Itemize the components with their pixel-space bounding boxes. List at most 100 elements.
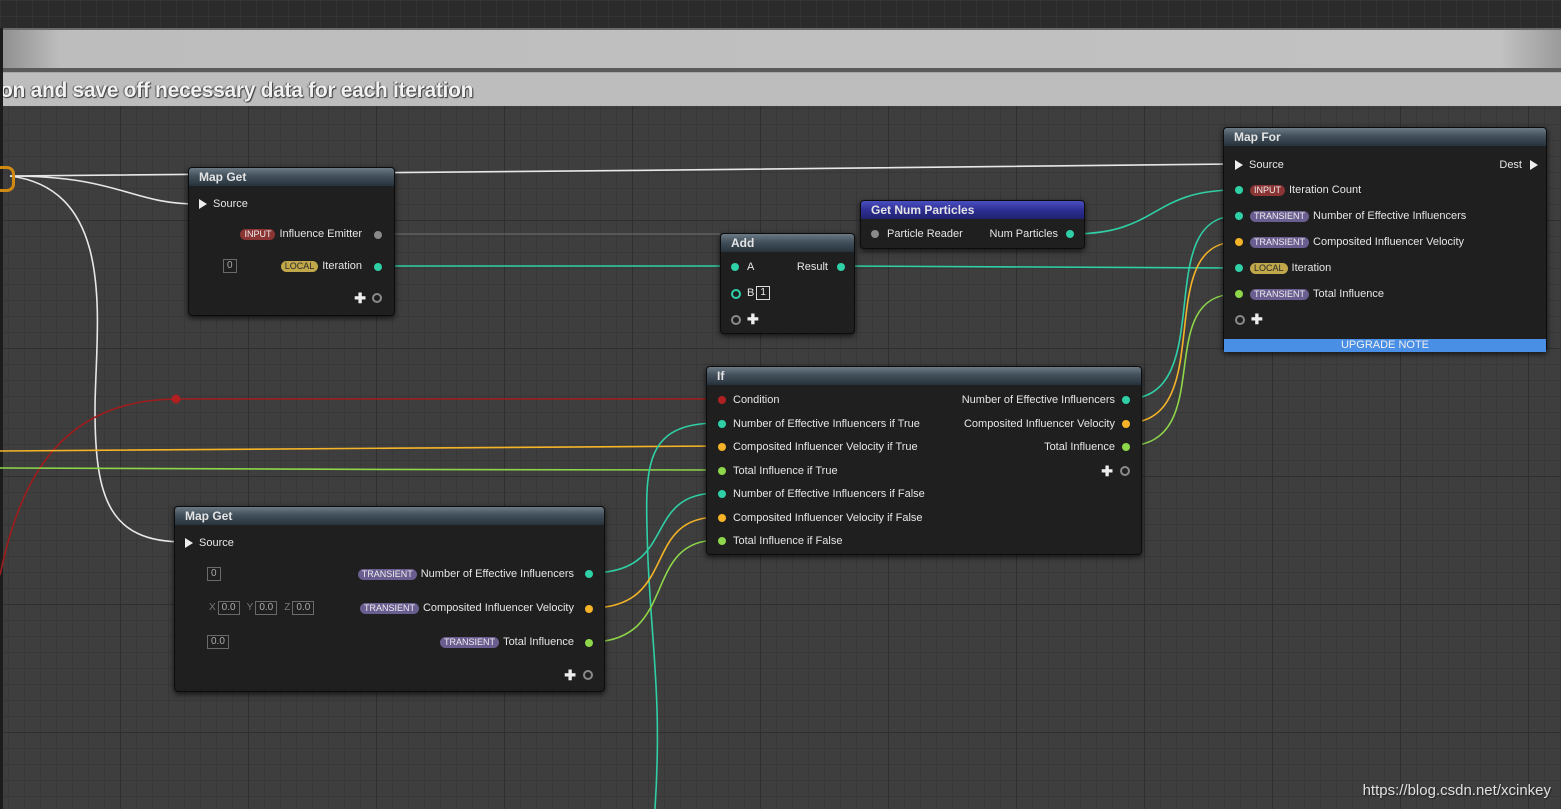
- wire-num-false: [589, 492, 719, 574]
- total-false-label: Total Influence if False: [733, 535, 843, 547]
- velocity-true-label: Composited Influencer Velocity if True: [733, 441, 918, 453]
- a-label: A: [747, 261, 755, 273]
- total-influence-label: Total Influence: [503, 636, 574, 648]
- iteration-pin[interactable]: [1235, 264, 1243, 272]
- velocity-false-label: Composited Influencer Velocity if False: [733, 512, 923, 524]
- iteration-label: Iteration: [1291, 262, 1332, 274]
- map-for-node[interactable]: Map For Source Dest INPUT Iteration Count…: [1223, 127, 1547, 352]
- iteration-default[interactable]: 0: [221, 258, 237, 274]
- num-false-label: Number of Effective Influencers if False: [733, 488, 925, 500]
- node-title: Map Get: [175, 507, 604, 525]
- exec-wire-mapget-bottom: [9, 175, 185, 543]
- source-output-pin[interactable]: [0, 166, 15, 192]
- local-badge: LOCAL: [280, 260, 319, 272]
- wire-velocity-true: [0, 445, 719, 452]
- num-default-box[interactable]: 0: [207, 567, 221, 582]
- composited-velocity-row: TRANSIENT Composited Influencer Velocity: [359, 600, 574, 616]
- iteration-pin[interactable]: [374, 263, 382, 271]
- wire-num-particles: [1071, 189, 1237, 235]
- add-pin-icon[interactable]: ✚: [564, 668, 576, 682]
- add-input-pin[interactable]: [731, 315, 741, 325]
- add-pin-icon[interactable]: ✚: [354, 291, 366, 305]
- map-get-node-bottom[interactable]: Map Get Source 0 TRANSIENT Number of Effe…: [174, 506, 605, 692]
- num-effective-label: Number of Effective Influencers: [1313, 210, 1467, 222]
- num-default: 0: [205, 566, 221, 582]
- total-influence-pin[interactable]: [1235, 290, 1243, 298]
- node-title: Add: [721, 234, 854, 252]
- exec-input-pin[interactable]: [199, 199, 207, 209]
- transient-badge: TRANSIENT: [1250, 288, 1310, 300]
- dest-label: Dest: [1499, 159, 1522, 171]
- num-effective-pin[interactable]: [1235, 212, 1243, 220]
- iteration-default-box[interactable]: 0: [223, 259, 237, 274]
- iteration-count-pin[interactable]: [1235, 186, 1243, 194]
- x-value-box[interactable]: 0.0: [217, 601, 240, 616]
- composited-velocity-label: Composited Influencer Velocity: [1313, 236, 1465, 248]
- out-velocity-label: Composited Influencer Velocity: [963, 418, 1115, 430]
- composited-velocity-pin[interactable]: [585, 605, 593, 613]
- num-particles-pin[interactable]: [1066, 230, 1074, 238]
- add-node[interactable]: Add A Result B1 ✚: [720, 233, 855, 334]
- exec-input-pin[interactable]: [185, 538, 193, 548]
- b-label: B: [747, 287, 755, 299]
- node-title: Get Num Particles: [861, 201, 1084, 219]
- exec-output-pin[interactable]: [1530, 160, 1538, 170]
- a-pin[interactable]: [731, 263, 739, 271]
- total-default-box[interactable]: 0.0: [207, 635, 229, 650]
- wire-total-false: [589, 539, 719, 643]
- map-get-node-top[interactable]: Map Get Source INPUT Influence Emitter 0 …: [188, 167, 395, 316]
- condition-pin[interactable]: [718, 396, 726, 404]
- if-node[interactable]: If Condition Number of Effective Influen…: [706, 366, 1142, 555]
- source-label: Source: [213, 198, 248, 210]
- wire-total-true: [0, 467, 719, 471]
- exec-input-pin[interactable]: [1235, 160, 1243, 170]
- add-output-pin[interactable]: [1120, 466, 1130, 476]
- add-output-pin[interactable]: [583, 670, 593, 680]
- b-default-box[interactable]: 1: [756, 286, 770, 301]
- y-axis-label: Y: [246, 602, 254, 614]
- b-pin[interactable]: [731, 289, 741, 299]
- watermark: https://blog.csdn.net/xcinkey: [1362, 782, 1551, 799]
- upgrade-note-button[interactable]: UPGRADE NOTE: [1224, 339, 1546, 352]
- get-num-particles-node[interactable]: Get Num Particles Particle Reader Num Pa…: [860, 200, 1085, 249]
- out-velocity-pin[interactable]: [1122, 420, 1130, 428]
- velocity-false-pin[interactable]: [718, 514, 726, 522]
- total-influence-pin[interactable]: [585, 639, 593, 647]
- add-pin-output[interactable]: [372, 293, 382, 303]
- result-pin[interactable]: [837, 263, 845, 271]
- transient-badge: TRANSIENT: [1250, 236, 1310, 248]
- node-title: If: [707, 367, 1141, 385]
- add-pin-icon[interactable]: ✚: [747, 312, 759, 326]
- total-true-pin[interactable]: [718, 467, 726, 475]
- out-num-pin[interactable]: [1122, 396, 1130, 404]
- iteration-row: LOCAL Iteration: [1250, 260, 1331, 276]
- wire-result: [841, 265, 1237, 269]
- wire-out-total: [1125, 293, 1237, 447]
- particle-reader-pin[interactable]: [871, 230, 879, 238]
- transient-badge: TRANSIENT: [357, 568, 417, 580]
- transient-badge: TRANSIENT: [440, 636, 500, 648]
- total-false-pin[interactable]: [718, 537, 726, 545]
- num-true-pin[interactable]: [718, 420, 726, 428]
- input-badge: INPUT: [1250, 184, 1285, 196]
- b-row: B1: [747, 285, 770, 301]
- composited-velocity-pin[interactable]: [1235, 238, 1243, 246]
- add-pin-icon[interactable]: ✚: [1101, 464, 1113, 478]
- iteration-count-row: INPUT Iteration Count: [1250, 182, 1361, 198]
- num-false-pin[interactable]: [718, 490, 726, 498]
- out-total-label: Total Influence: [1044, 441, 1115, 453]
- y-value-box[interactable]: 0.0: [255, 601, 278, 616]
- num-effective-pin[interactable]: [585, 570, 593, 578]
- influence-emitter-pin[interactable]: [374, 231, 382, 239]
- local-badge: LOCAL: [1250, 262, 1288, 274]
- add-pin-icon[interactable]: ✚: [1251, 312, 1263, 326]
- z-value-box[interactable]: 0.0: [292, 601, 315, 616]
- num-effective-row: TRANSIENT Number of Effective Influencers: [357, 566, 574, 582]
- add-input-pin[interactable]: [1235, 315, 1245, 325]
- wire-out-num: [1125, 215, 1237, 400]
- velocity-true-pin[interactable]: [718, 443, 726, 451]
- influence-emitter-label: Influence Emitter: [279, 228, 362, 240]
- num-effective-label: Number of Effective Influencers: [420, 568, 574, 580]
- influence-emitter-row: INPUT Influence Emitter: [240, 226, 362, 242]
- out-total-pin[interactable]: [1122, 443, 1130, 451]
